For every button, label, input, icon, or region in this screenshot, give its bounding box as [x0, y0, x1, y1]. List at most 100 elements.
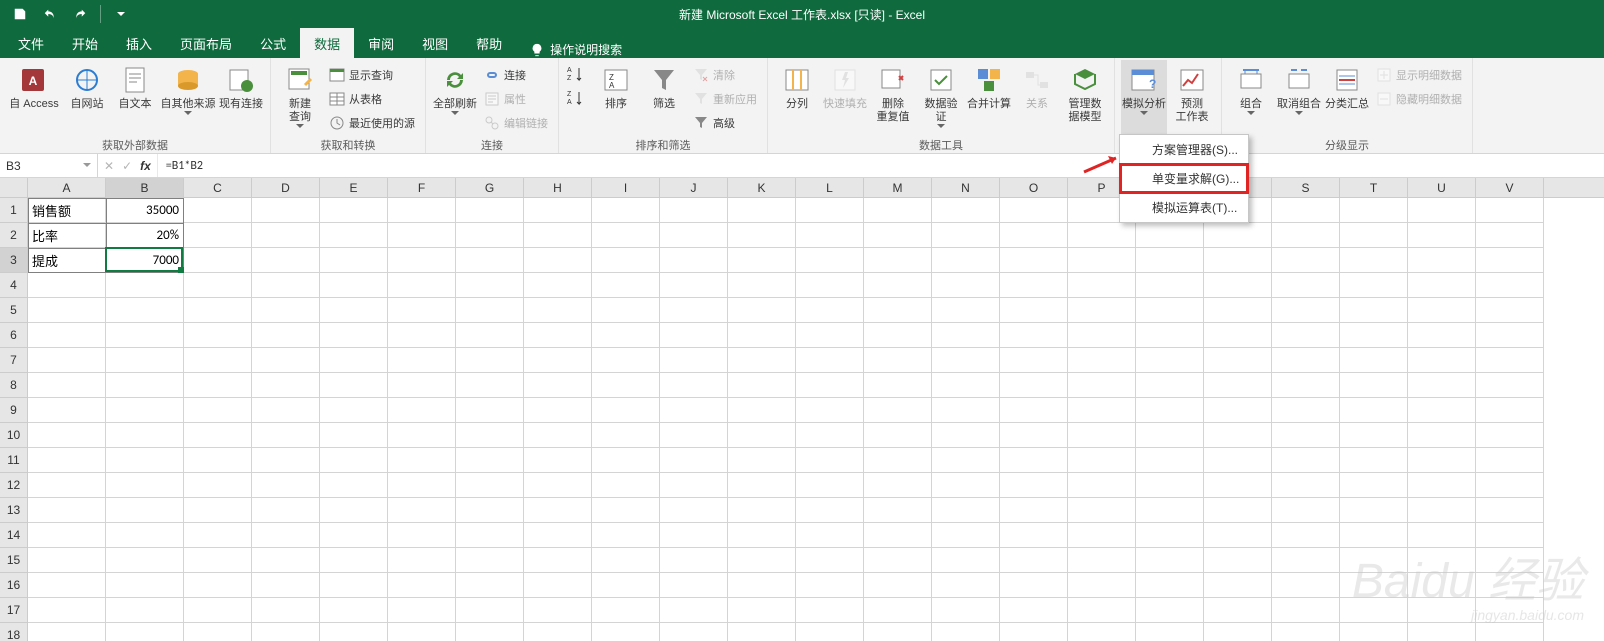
tab-file[interactable]: 文件 [4, 28, 58, 58]
sort-asc-button[interactable]: AZ [565, 64, 591, 86]
row-header-9[interactable]: 9 [0, 398, 27, 423]
row-header-11[interactable]: 11 [0, 448, 27, 473]
col-header-C[interactable]: C [184, 178, 252, 198]
show-queries-button[interactable]: 显示查询 [325, 64, 419, 86]
tab-home[interactable]: 开始 [58, 28, 112, 58]
row-header-13[interactable]: 13 [0, 498, 27, 523]
from-text-button[interactable]: 自文本 [112, 60, 158, 135]
col-header-E[interactable]: E [320, 178, 388, 198]
cell-B2[interactable]: 20% [106, 223, 184, 248]
tab-formulas[interactable]: 公式 [246, 28, 300, 58]
cell-A1[interactable]: 销售额 [28, 198, 106, 223]
from-table-button[interactable]: 从表格 [325, 88, 419, 110]
cell-A3[interactable]: 提成 [28, 248, 106, 273]
row-header-10[interactable]: 10 [0, 423, 27, 448]
connections-button[interactable]: 连接 [480, 64, 552, 86]
qat-customize-button[interactable] [107, 2, 135, 26]
select-all-corner[interactable] [0, 178, 28, 198]
tab-data[interactable]: 数据 [300, 28, 354, 58]
from-other-button[interactable]: 自其他来源 [160, 60, 216, 135]
row-header-18[interactable]: 18 [0, 623, 27, 641]
from-web-button[interactable]: 自网站 [64, 60, 110, 135]
col-header-N[interactable]: N [932, 178, 1000, 198]
col-header-O[interactable]: O [1000, 178, 1068, 198]
data-model-button[interactable]: 管理数 据模型 [1062, 60, 1108, 135]
col-header-D[interactable]: D [252, 178, 320, 198]
cell-B1[interactable]: 35000 [106, 198, 184, 223]
tell-me-search[interactable]: 操作说明搜索 [530, 41, 622, 58]
row-header-17[interactable]: 17 [0, 598, 27, 623]
cells-area[interactable]: 销售额35000比率20%提成7000 [28, 198, 1604, 641]
col-header-V[interactable]: V [1476, 178, 1544, 198]
save-button[interactable] [6, 2, 34, 26]
close-button[interactable] [1558, 0, 1604, 28]
fx-button[interactable]: fx [140, 159, 151, 173]
sort-desc-button[interactable]: ZA [565, 88, 591, 110]
enter-formula-button[interactable]: ✓ [122, 159, 132, 173]
row-header-8[interactable]: 8 [0, 373, 27, 398]
row-header-5[interactable]: 5 [0, 298, 27, 323]
data-table-item[interactable]: 模拟运算表(T)... [1120, 193, 1248, 222]
col-header-J[interactable]: J [660, 178, 728, 198]
formula-input[interactable]: =B1*B2 [158, 159, 1604, 173]
undo-button[interactable] [36, 2, 64, 26]
cell-A2[interactable]: 比率 [28, 223, 106, 248]
redo-button[interactable] [66, 2, 94, 26]
existing-connections-button[interactable]: 现有连接 [218, 60, 264, 135]
text-to-columns-button[interactable]: 分列 [774, 60, 820, 135]
row-header-12[interactable]: 12 [0, 473, 27, 498]
new-query-button[interactable]: 新建 查询 [277, 60, 323, 135]
ungroup-button[interactable]: 取消组合 [1276, 60, 1322, 135]
row-header-7[interactable]: 7 [0, 348, 27, 373]
row-header-15[interactable]: 15 [0, 548, 27, 573]
col-header-H[interactable]: H [524, 178, 592, 198]
tab-view[interactable]: 视图 [408, 28, 462, 58]
scenario-manager-item[interactable]: 方案管理器(S)... [1120, 135, 1248, 164]
data-validation-button[interactable]: 数据验 证 [918, 60, 964, 135]
tab-help[interactable]: 帮助 [462, 28, 516, 58]
row-header-1[interactable]: 1 [0, 198, 27, 223]
sort-button[interactable]: ZA排序 [593, 60, 639, 135]
from-access-button[interactable]: A自 Access [6, 60, 62, 135]
recent-sources-button[interactable]: 最近使用的源 [325, 112, 419, 134]
col-header-S[interactable]: S [1272, 178, 1340, 198]
col-header-M[interactable]: M [864, 178, 932, 198]
cancel-formula-button[interactable]: ✕ [104, 159, 114, 173]
group-button[interactable]: 组合 [1228, 60, 1274, 135]
forecast-sheet-button[interactable]: 预测 工作表 [1169, 60, 1215, 135]
refresh-all-button[interactable]: 全部刷新 [432, 60, 478, 135]
cell-B3[interactable]: 7000 [106, 248, 184, 273]
spreadsheet-grid[interactable]: ABCDEFGHIJKLMNOPQRSTUV 12345678910111213… [0, 178, 1604, 641]
col-header-L[interactable]: L [796, 178, 864, 198]
col-header-G[interactable]: G [456, 178, 524, 198]
row-header-2[interactable]: 2 [0, 223, 27, 248]
goal-seek-item[interactable]: 单变量求解(G)... [1120, 164, 1248, 193]
col-header-B[interactable]: B [106, 178, 184, 198]
row-header-4[interactable]: 4 [0, 273, 27, 298]
ribbon-options-button[interactable] [1420, 0, 1466, 28]
row-header-3[interactable]: 3 [0, 248, 27, 273]
filter-button[interactable]: 筛选 [641, 60, 687, 135]
tab-review[interactable]: 审阅 [354, 28, 408, 58]
row-header-14[interactable]: 14 [0, 523, 27, 548]
name-box[interactable]: B3 [0, 154, 98, 177]
what-if-analysis-button[interactable]: ?模拟分析 [1121, 60, 1167, 135]
col-header-A[interactable]: A [28, 178, 106, 198]
minimize-button[interactable] [1466, 0, 1512, 28]
advanced-filter-button[interactable]: 高级 [689, 112, 761, 134]
tab-page-layout[interactable]: 页面布局 [166, 28, 246, 58]
col-header-I[interactable]: I [592, 178, 660, 198]
row-header-16[interactable]: 16 [0, 573, 27, 598]
col-header-K[interactable]: K [728, 178, 796, 198]
consolidate-button[interactable]: 合并计算 [966, 60, 1012, 135]
what-if-dropdown: 方案管理器(S)... 单变量求解(G)... 模拟运算表(T)... [1119, 134, 1249, 223]
maximize-button[interactable] [1512, 0, 1558, 28]
tab-insert[interactable]: 插入 [112, 28, 166, 58]
row-header-6[interactable]: 6 [0, 323, 27, 348]
col-header-F[interactable]: F [388, 178, 456, 198]
subtotal-button[interactable]: 分类汇总 [1324, 60, 1370, 135]
group-label-connections: 连接 [432, 135, 552, 153]
col-header-U[interactable]: U [1408, 178, 1476, 198]
col-header-T[interactable]: T [1340, 178, 1408, 198]
remove-duplicates-button[interactable]: 删除 重复值 [870, 60, 916, 135]
